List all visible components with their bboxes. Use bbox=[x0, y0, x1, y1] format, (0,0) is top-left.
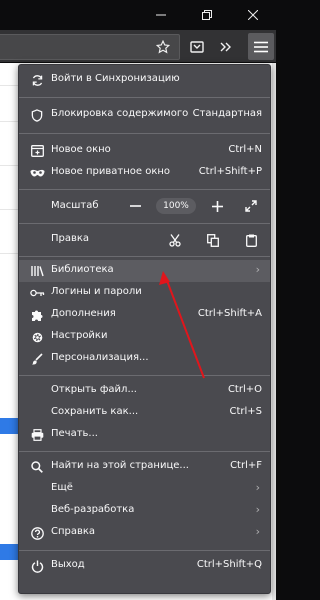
menu-separator bbox=[19, 133, 270, 134]
minimize-icon bbox=[156, 14, 166, 16]
menu-shortcut: Ctrl+Shift+A bbox=[197, 308, 262, 319]
power-icon bbox=[29, 558, 45, 574]
menu-shortcut: Ctrl+N bbox=[228, 144, 262, 155]
help-icon bbox=[29, 525, 45, 541]
shield-icon bbox=[29, 107, 45, 123]
menu-item-help[interactable]: Справка › bbox=[19, 522, 270, 544]
app-menu-panel: Войти в Синхронизацию Блокировка содержи… bbox=[18, 64, 271, 594]
fullscreen-button[interactable] bbox=[241, 196, 261, 216]
menu-item-sync[interactable]: Войти в Синхронизацию bbox=[19, 69, 270, 91]
close-button[interactable] bbox=[230, 0, 276, 30]
menu-item-library[interactable]: Библиотека › bbox=[19, 260, 270, 282]
paste-button[interactable] bbox=[241, 230, 261, 250]
copy-button[interactable] bbox=[203, 230, 223, 250]
fullscreen-icon bbox=[245, 200, 257, 212]
menu-item-exit[interactable]: Выход Ctrl+Shift+Q bbox=[19, 555, 270, 577]
open-menu-button[interactable] bbox=[248, 33, 274, 60]
menu-item-content-blocking[interactable]: Блокировка содержимого Стандартная bbox=[19, 104, 270, 126]
hamburger-menu-icon bbox=[254, 41, 268, 52]
title-bar bbox=[0, 0, 276, 30]
zoom-label: Масштаб bbox=[51, 200, 99, 211]
menu-item-customize[interactable]: Персонализация... bbox=[19, 348, 270, 370]
puzzle-piece-icon bbox=[29, 307, 45, 323]
private-mask-icon bbox=[29, 165, 45, 181]
restore-button[interactable] bbox=[184, 0, 230, 30]
minimize-button[interactable] bbox=[138, 0, 184, 30]
menu-item-edit: Правка bbox=[19, 227, 270, 251]
close-icon bbox=[248, 10, 258, 20]
key-icon bbox=[29, 285, 45, 301]
menu-item-label: Выход bbox=[51, 559, 85, 570]
menu-item-label: Печать... bbox=[51, 428, 98, 439]
menu-item-label: Персонализация... bbox=[51, 352, 149, 363]
menu-shortcut: Ctrl+O bbox=[227, 384, 262, 395]
content-blocking-value: Стандартная bbox=[192, 108, 262, 119]
pocket-icon[interactable] bbox=[186, 36, 208, 58]
menu-item-settings[interactable]: Настройки bbox=[19, 326, 270, 348]
menu-item-label: Новое окно bbox=[51, 144, 111, 155]
sync-icon bbox=[29, 72, 45, 88]
menu-item-find[interactable]: Найти на этой странице... Ctrl+F bbox=[19, 456, 270, 478]
zoom-out-button[interactable] bbox=[125, 196, 145, 216]
menu-shortcut: Ctrl+Shift+P bbox=[198, 166, 262, 177]
menu-item-new-private-window[interactable]: Новое приватное окно Ctrl+Shift+P bbox=[19, 162, 270, 184]
menu-separator bbox=[19, 256, 270, 257]
menu-separator bbox=[19, 97, 270, 98]
bookmark-star-icon[interactable] bbox=[152, 36, 174, 58]
menu-item-zoom: Масштаб 100% bbox=[19, 193, 270, 219]
chevron-right-icon: › bbox=[255, 525, 260, 538]
menu-separator bbox=[19, 550, 270, 551]
menu-item-label: Справка bbox=[51, 526, 96, 537]
menu-separator bbox=[19, 375, 270, 376]
chevron-right-icon: › bbox=[255, 503, 260, 516]
search-icon bbox=[29, 459, 45, 475]
menu-item-print[interactable]: Печать... bbox=[19, 424, 270, 446]
menu-separator bbox=[19, 189, 270, 190]
gear-icon bbox=[29, 329, 45, 345]
menu-item-more[interactable]: Ещё › bbox=[19, 478, 270, 500]
menu-item-open-file[interactable]: Открыть файл... Ctrl+O bbox=[19, 380, 270, 402]
menu-item-label: Найти на этой странице... bbox=[51, 460, 189, 471]
menu-item-label: Сохранить как... bbox=[51, 406, 139, 417]
menu-item-logins[interactable]: Логины и пароли bbox=[19, 282, 270, 304]
chevron-right-icon: › bbox=[255, 263, 260, 276]
chevron-double-right-icon[interactable] bbox=[214, 36, 236, 58]
menu-item-addons[interactable]: Дополнения Ctrl+Shift+A bbox=[19, 304, 270, 326]
page-scroll-edge bbox=[272, 63, 276, 600]
menu-separator bbox=[19, 451, 270, 452]
menu-shortcut: Ctrl+S bbox=[229, 406, 262, 417]
menu-item-label: Веб-разработка bbox=[51, 504, 135, 515]
chevron-right-icon: › bbox=[255, 481, 260, 494]
printer-icon bbox=[29, 427, 45, 443]
menu-item-web-developer[interactable]: Веб-разработка › bbox=[19, 500, 270, 522]
menu-item-label: Войти в Синхронизацию bbox=[51, 73, 180, 84]
paste-icon bbox=[245, 234, 257, 247]
cut-button[interactable] bbox=[165, 230, 185, 250]
menu-item-new-window[interactable]: Новое окно Ctrl+N bbox=[19, 140, 270, 162]
menu-item-label: Библиотека bbox=[51, 264, 114, 275]
menu-shortcut: Ctrl+F bbox=[230, 460, 262, 471]
nav-toolbar bbox=[0, 30, 276, 63]
zoom-in-button[interactable] bbox=[207, 196, 227, 216]
menu-item-label: Настройки bbox=[51, 330, 108, 341]
menu-item-label: Ещё bbox=[51, 482, 73, 493]
copy-icon bbox=[207, 233, 219, 247]
menu-item-label: Логины и пароли bbox=[51, 286, 142, 297]
menu-shortcut: Ctrl+Shift+Q bbox=[196, 559, 262, 570]
edit-label: Правка bbox=[51, 233, 90, 244]
menu-item-label: Дополнения bbox=[51, 308, 116, 319]
menu-item-label: Открыть файл... bbox=[51, 384, 137, 395]
paintbrush-icon bbox=[29, 351, 45, 367]
menu-item-label: Блокировка содержимого bbox=[51, 108, 189, 119]
menu-item-save-as[interactable]: Сохранить как... Ctrl+S bbox=[19, 402, 270, 424]
zoom-reset-button[interactable]: 100% bbox=[156, 198, 196, 214]
new-window-icon bbox=[29, 143, 45, 159]
scissors-icon bbox=[169, 233, 181, 247]
restore-icon bbox=[202, 10, 212, 20]
library-icon bbox=[29, 263, 45, 279]
menu-item-label: Новое приватное окно bbox=[51, 166, 171, 177]
menu-separator bbox=[19, 223, 270, 224]
